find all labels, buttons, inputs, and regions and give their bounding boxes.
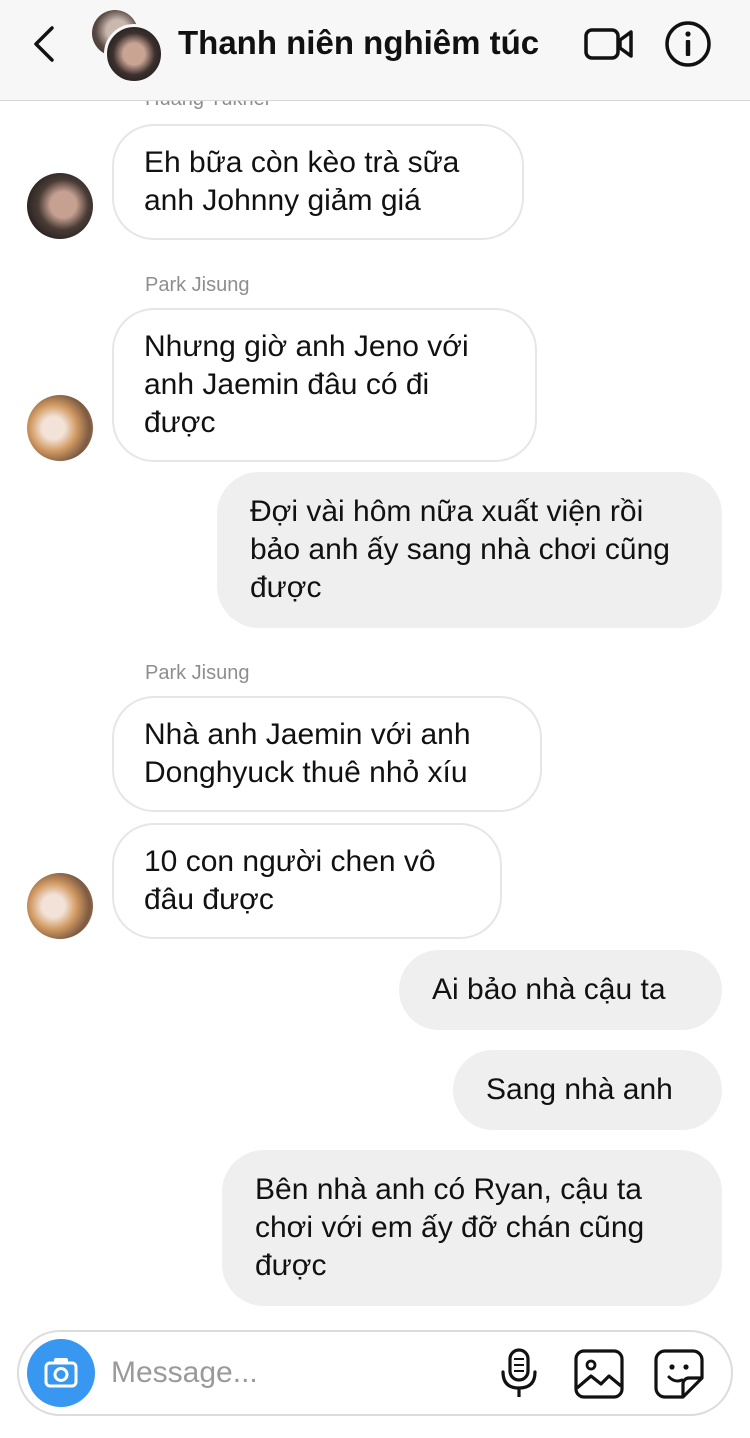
incoming-message-bubble[interactable]: Nhà anh Jaemin với anh Donghyuck thuê nh…: [112, 696, 542, 812]
chat-header: Thanh niên nghiêm túc: [0, 0, 750, 101]
incoming-message-bubble[interactable]: Nhưng giờ anh Jeno với anh Jaemin đâu có…: [112, 308, 537, 462]
outgoing-message-bubble[interactable]: Bên nhà anh có Ryan, cậu ta chơi với em …: [222, 1150, 722, 1306]
chat-title[interactable]: Thanh niên nghiêm túc: [178, 24, 539, 62]
camera-icon: [44, 1358, 78, 1388]
sender-avatar[interactable]: [27, 873, 93, 939]
incoming-message-bubble[interactable]: Eh bữa còn kèo trà sữa anh Johnny giảm g…: [112, 124, 524, 240]
sender-avatar[interactable]: [27, 395, 93, 461]
back-chevron-icon[interactable]: [28, 24, 64, 64]
sticker-icon[interactable]: [653, 1348, 705, 1400]
outgoing-message-bubble[interactable]: Sang nhà anh: [453, 1050, 722, 1130]
sender-name: Park Jisung: [145, 274, 250, 296]
gallery-icon[interactable]: [573, 1348, 625, 1400]
message-thread[interactable]: Huang Yukhei Eh bữa còn kèo trà sữa anh …: [0, 100, 750, 1325]
camera-button[interactable]: [27, 1339, 95, 1407]
sender-avatar[interactable]: [27, 173, 93, 239]
sender-name: Huang Yukhei: [145, 100, 269, 111]
incoming-message-bubble[interactable]: 10 con người chen vô đâu được: [112, 823, 502, 939]
sender-name: Park Jisung: [145, 662, 250, 684]
group-avatar[interactable]: [90, 10, 164, 84]
video-call-icon[interactable]: [584, 24, 634, 64]
outgoing-message-bubble[interactable]: Ai bảo nhà cậu ta: [399, 950, 722, 1030]
info-icon[interactable]: [664, 20, 712, 68]
message-composer: Message...: [17, 1330, 733, 1416]
message-input[interactable]: Message...: [111, 1356, 258, 1390]
group-avatar-member-2: [104, 24, 164, 84]
microphone-icon[interactable]: [497, 1348, 541, 1400]
outgoing-message-bubble[interactable]: Đợi vài hôm nữa xuất viện rồi bảo anh ấy…: [217, 472, 722, 628]
